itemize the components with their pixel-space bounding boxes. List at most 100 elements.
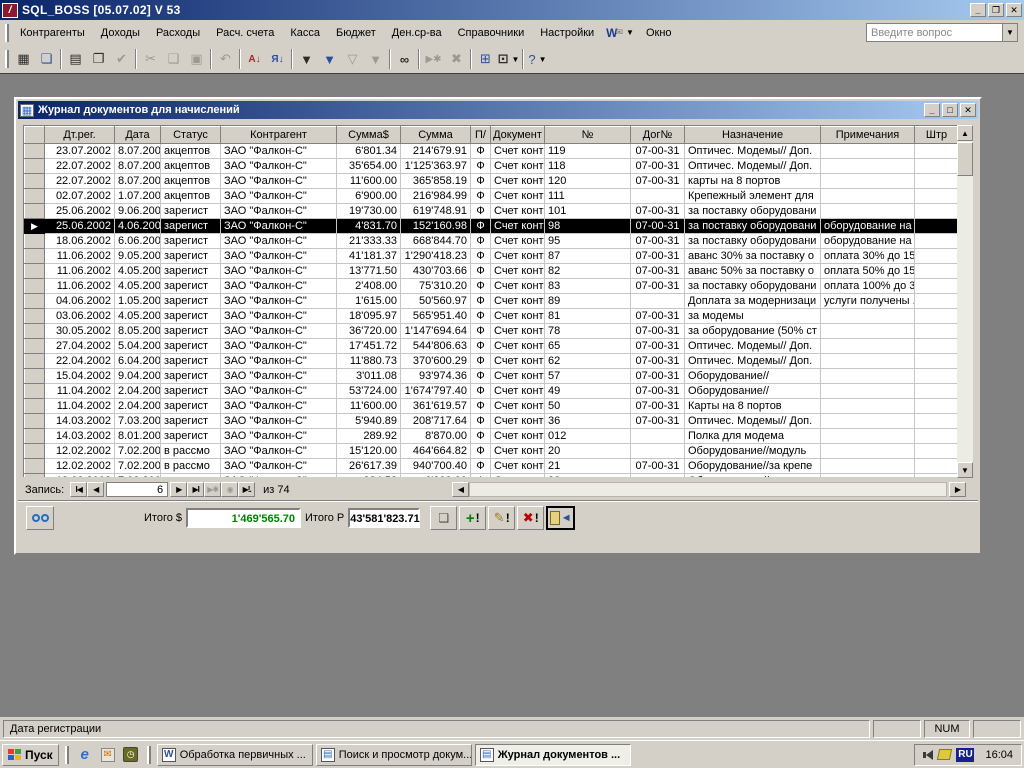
cell-prim[interactable] xyxy=(821,369,915,384)
cell-rub[interactable]: 370'600.29 xyxy=(401,354,471,369)
cell-nazn[interactable]: за поставку оборудовани xyxy=(685,204,821,219)
cell-usd[interactable]: 1'615.00 xyxy=(337,294,401,309)
maximize-button[interactable]: □ xyxy=(942,103,958,117)
cell-dog[interactable] xyxy=(631,444,685,459)
cell-doc[interactable]: Счет конт xyxy=(491,174,545,189)
cell-status[interactable]: зарегист xyxy=(161,384,221,399)
cell-usd[interactable]: 35'654.00 xyxy=(337,159,401,174)
cell-num[interactable]: 81 xyxy=(545,309,631,324)
cell-dtreg[interactable]: 04.06.2002 xyxy=(45,294,115,309)
menu-item-window[interactable]: Окно xyxy=(638,24,680,42)
cell-pl[interactable]: Ф xyxy=(471,429,491,444)
cell-num[interactable]: 95 xyxy=(545,234,631,249)
row-selector[interactable] xyxy=(25,189,45,204)
cell-rub[interactable]: 93'974.36 xyxy=(401,369,471,384)
cell-status[interactable]: зарегист xyxy=(161,354,221,369)
cell-prim[interactable] xyxy=(821,429,915,444)
row-selector[interactable] xyxy=(25,429,45,444)
cell-shtr[interactable] xyxy=(915,144,958,159)
help-button[interactable]: ?▼ xyxy=(526,48,549,70)
start-button[interactable]: Пуск xyxy=(2,744,59,766)
cell-nazn[interactable]: за поставку оборудовани xyxy=(685,234,821,249)
cell-kontr[interactable]: ЗАО "Фалкон-С" xyxy=(221,399,337,414)
cell-nazn[interactable]: карты на 8 портов xyxy=(685,174,821,189)
cell-num[interactable]: 78 xyxy=(545,324,631,339)
cell-dog[interactable]: 07-00-31 xyxy=(631,399,685,414)
column-header[interactable]: Дт.рег. xyxy=(45,127,115,144)
table-row[interactable]: 12.02.20027.02.200в рассмоЗАО "Фалкон-С"… xyxy=(25,444,958,459)
cell-prim[interactable] xyxy=(821,204,915,219)
cell-nazn[interactable]: Оборудование// xyxy=(685,369,821,384)
cell-shtr[interactable] xyxy=(915,204,958,219)
cell-dog[interactable]: 07-00-31 xyxy=(631,339,685,354)
cell-doc[interactable]: Счет конт xyxy=(491,414,545,429)
cell-rub[interactable]: 75'310.20 xyxy=(401,279,471,294)
cell-prim[interactable] xyxy=(821,459,915,474)
cell-doc[interactable]: Счет конт xyxy=(491,279,545,294)
cell-data[interactable]: 9.04.200 xyxy=(115,369,161,384)
cell-dog[interactable]: 07-00-31 xyxy=(631,234,685,249)
row-selector[interactable]: ▶ xyxy=(25,219,45,234)
cell-dtreg[interactable]: 25.06.2002 xyxy=(45,204,115,219)
cell-usd[interactable]: 11'600.00 xyxy=(337,399,401,414)
cell-prim[interactable] xyxy=(821,384,915,399)
cell-kontr[interactable]: ЗАО "Фалкон-С" xyxy=(221,294,337,309)
cell-nazn[interactable]: аванс 30% за поставку о xyxy=(685,249,821,264)
cell-kontr[interactable]: ЗАО "Фалкон-С" xyxy=(221,324,337,339)
menu-item-справочники[interactable]: Справочники xyxy=(450,24,533,42)
table-row[interactable]: 04.06.20021.05.200зарегистЗАО "Фалкон-С"… xyxy=(25,294,958,309)
sort-asc-button[interactable]: А↓ xyxy=(243,48,266,70)
cell-status[interactable]: акцептов xyxy=(161,189,221,204)
cell-dog[interactable]: 07-00-31 xyxy=(631,354,685,369)
cell-dog[interactable]: 07-00-31 xyxy=(631,384,685,399)
menu-item-доходы[interactable]: Доходы xyxy=(93,24,148,42)
cell-dog[interactable]: 07-00-31 xyxy=(631,459,685,474)
undo-button[interactable]: ↶ xyxy=(214,48,237,70)
cell-status[interactable]: акцептов xyxy=(161,144,221,159)
cell-nazn[interactable]: за поставку оборудовани xyxy=(685,279,821,294)
cell-kontr[interactable]: ЗАО "Фалкон-С" xyxy=(221,144,337,159)
cell-rub[interactable]: 50'560.97 xyxy=(401,294,471,309)
cell-dog[interactable]: 07-00-31 xyxy=(631,264,685,279)
cell-pl[interactable]: Ф xyxy=(471,444,491,459)
row-selector[interactable] xyxy=(25,234,45,249)
row-selector[interactable] xyxy=(25,204,45,219)
menu-item-ден-ср-ва[interactable]: Ден.ср-ва xyxy=(384,24,450,42)
table-row[interactable]: 14.03.20027.03.200зарегистЗАО "Фалкон-С"… xyxy=(25,414,958,429)
cell-usd[interactable]: 53'724.00 xyxy=(337,384,401,399)
cell-dtreg[interactable]: 22.07.2002 xyxy=(45,174,115,189)
cell-pl[interactable]: Ф xyxy=(471,144,491,159)
cell-status[interactable]: зарегист xyxy=(161,324,221,339)
cell-prim[interactable] xyxy=(821,414,915,429)
filter-by-form-button[interactable]: ▼ xyxy=(318,48,341,70)
media-icon[interactable]: ◷ xyxy=(121,745,141,765)
cell-num[interactable]: 012 xyxy=(545,429,631,444)
cell-doc[interactable]: Счет конт xyxy=(491,459,545,474)
cell-status[interactable]: зарегист xyxy=(161,399,221,414)
cell-shtr[interactable] xyxy=(915,339,958,354)
row-selector[interactable] xyxy=(25,459,45,474)
find-button[interactable]: ∞ xyxy=(393,48,416,70)
cell-shtr[interactable] xyxy=(915,249,958,264)
cell-kontr[interactable]: ЗАО "Фалкон-С" xyxy=(221,219,337,234)
cell-prim[interactable] xyxy=(821,339,915,354)
cell-pl[interactable]: Ф xyxy=(471,294,491,309)
cell-status[interactable]: акцептов xyxy=(161,159,221,174)
row-selector[interactable] xyxy=(25,264,45,279)
cell-rub[interactable]: 940'700.40 xyxy=(401,459,471,474)
cell-data[interactable]: 7.02.200 xyxy=(115,474,161,478)
cell-dtreg[interactable]: 25.06.2002 xyxy=(45,219,115,234)
cell-data[interactable]: 4.05.200 xyxy=(115,279,161,294)
cell-nazn[interactable]: Оборудование// xyxy=(685,384,821,399)
delete-record-button[interactable]: ✖ xyxy=(445,48,468,70)
toolbar-grip[interactable] xyxy=(5,50,9,68)
cell-dtreg[interactable]: 12.02.2002 xyxy=(45,444,115,459)
cell-num[interactable]: 119 xyxy=(545,144,631,159)
table-row[interactable]: 11.06.20024.05.200зарегистЗАО "Фалкон-С"… xyxy=(25,264,958,279)
cell-prim[interactable]: услуги получены . xyxy=(821,294,915,309)
save-button[interactable]: ▦ xyxy=(12,48,35,70)
cell-usd[interactable]: 4'831.70 xyxy=(337,219,401,234)
cell-kontr[interactable]: ЗАО "Фалкон-С" xyxy=(221,309,337,324)
row-selector[interactable] xyxy=(25,354,45,369)
cell-rub[interactable]: 6'999.99 xyxy=(401,474,471,478)
